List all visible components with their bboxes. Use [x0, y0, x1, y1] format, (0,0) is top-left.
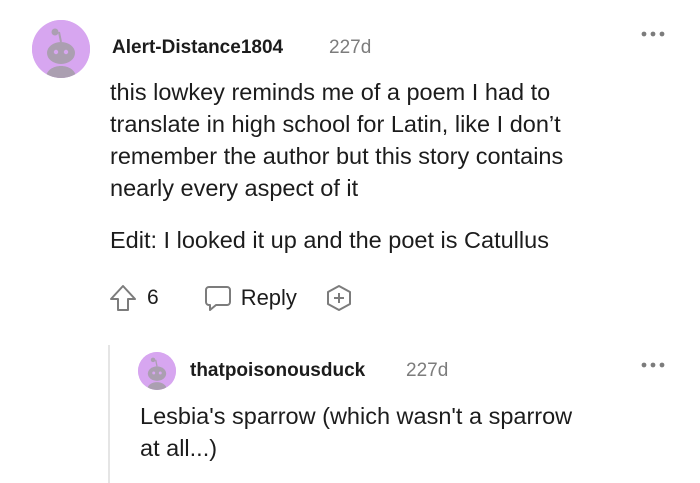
reply-button[interactable]: Reply	[203, 283, 297, 313]
upvote-arrow-icon	[110, 285, 136, 311]
award-button[interactable]	[324, 283, 354, 313]
more-options-button[interactable]	[640, 30, 666, 38]
reply-body: Lesbia's sparrow (which wasn't a sparrow…	[140, 400, 690, 464]
ellipsis-icon	[641, 31, 665, 37]
reply-bubble-icon	[204, 286, 231, 311]
username[interactable]: Alert-Distance1804	[112, 37, 283, 59]
reply-label: Reply	[240, 285, 297, 310]
avatar[interactable]	[138, 352, 176, 390]
award-plus-icon	[326, 285, 351, 311]
snoo-avatar-icon	[32, 20, 90, 78]
comment-age: 227d	[329, 37, 372, 58]
avatar[interactable]	[32, 20, 90, 78]
comment-body-line: translate in high school for Latin, like…	[110, 111, 561, 137]
vote-count: 6	[147, 286, 159, 309]
comment-body: this lowkey reminds me of a poem I had t…	[110, 76, 690, 204]
more-options-button[interactable]	[640, 361, 666, 369]
comment-edit-note: Edit: I looked it up and the poet is Cat…	[110, 227, 549, 253]
reply-body-line: at all...)	[140, 435, 218, 461]
comment-actions: 6 Reply	[108, 282, 354, 314]
snoo-avatar-icon	[138, 352, 176, 390]
thread-line[interactable]	[108, 345, 110, 483]
comment-age: 227d	[406, 360, 449, 381]
comment-body-line: nearly every aspect of it	[110, 175, 359, 201]
upvote-button[interactable]	[108, 283, 138, 313]
username[interactable]: thatpoisonousduck	[190, 360, 365, 382]
ellipsis-icon	[641, 362, 665, 368]
comment-body-line: this lowkey reminds me of a poem I had t…	[110, 79, 551, 105]
reply-body-line: Lesbia's sparrow (which wasn't a sparrow	[140, 403, 573, 429]
comment-body-line: remember the author but this story conta…	[110, 143, 564, 169]
